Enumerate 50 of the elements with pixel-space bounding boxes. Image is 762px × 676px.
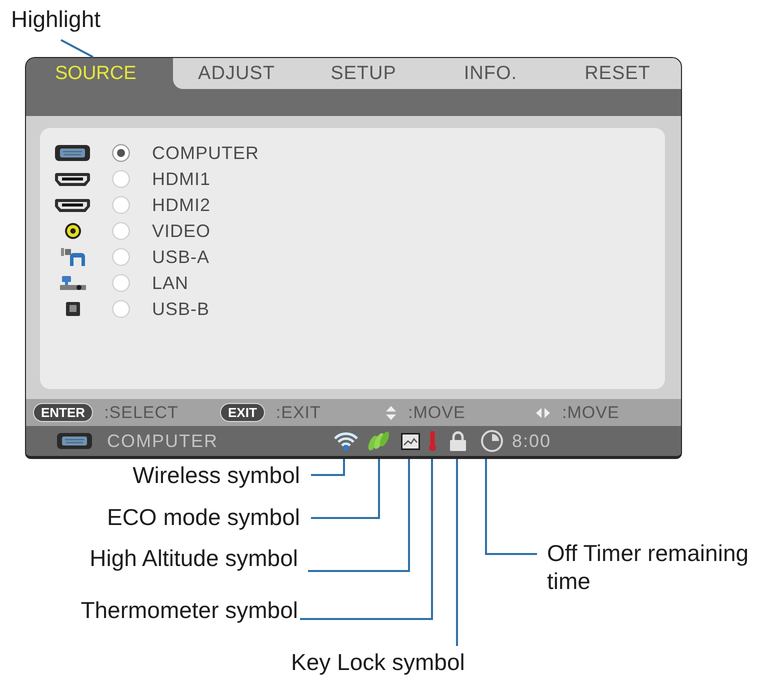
callout-label: Off Timer remaining time — [547, 539, 750, 595]
key-action-label: :SELECT — [104, 402, 178, 422]
radio-button[interactable] — [112, 274, 130, 292]
callout-label: Wireless symbol — [132, 461, 300, 489]
up-down-arrows-icon — [386, 406, 396, 420]
menu-tab[interactable]: ADJUST — [173, 58, 300, 89]
leaf-icon — [367, 430, 390, 452]
source-label: HDMI1 — [152, 168, 212, 190]
radio-button[interactable] — [112, 170, 130, 188]
wireless-icon — [333, 431, 359, 451]
usb-connector-icon — [60, 248, 84, 266]
callout-label: Key Lock symbol — [291, 648, 465, 676]
callout-label: Highlight — [11, 5, 100, 33]
menu-tab[interactable]: SETUP — [300, 58, 427, 89]
hdmi-port-icon — [55, 198, 90, 212]
source-label: USB-A — [152, 246, 211, 268]
vga-port-icon — [57, 433, 92, 449]
timer-label: 8:00 — [512, 430, 552, 452]
key-action-label: :MOVE — [408, 402, 466, 422]
source-label: HDMI2 — [152, 194, 212, 216]
leader-line — [60, 39, 94, 58]
network-icon — [60, 276, 86, 290]
mountain-picture-icon — [401, 432, 420, 450]
radio-button[interactable] — [112, 248, 130, 266]
callout-label: ECO mode symbol — [106, 503, 300, 531]
radio-button[interactable] — [112, 222, 130, 240]
thermometer-icon — [429, 431, 436, 451]
callout-label: Thermometer symbol — [80, 596, 298, 624]
vga-port-icon — [55, 145, 90, 161]
key-action-label: :MOVE — [562, 402, 620, 422]
square-port-icon — [66, 302, 80, 316]
padlock-icon — [449, 431, 467, 451]
callout-label: High Altitude symbol — [90, 544, 298, 572]
radio-button[interactable] — [112, 196, 130, 214]
source-label: LAN — [152, 272, 190, 294]
radio-button[interactable] — [112, 144, 130, 162]
key-action-label: :EXIT — [276, 402, 321, 422]
rca-jack-icon — [64, 223, 80, 239]
key-cap: ENTER — [34, 404, 92, 421]
menu-tab[interactable]: INFO. — [427, 58, 554, 89]
clock-icon — [481, 430, 503, 452]
radio-button[interactable] — [112, 300, 130, 318]
source-label: COMPUTER — [152, 142, 260, 164]
key-cap: EXIT — [221, 404, 264, 421]
menu-tab[interactable]: RESET — [554, 58, 681, 89]
left-right-arrows-icon — [536, 408, 550, 418]
current-input-label: COMPUTER — [107, 430, 218, 452]
source-label: USB-B — [152, 298, 211, 320]
source-label: VIDEO — [152, 220, 212, 242]
hdmi-port-icon — [55, 172, 90, 186]
